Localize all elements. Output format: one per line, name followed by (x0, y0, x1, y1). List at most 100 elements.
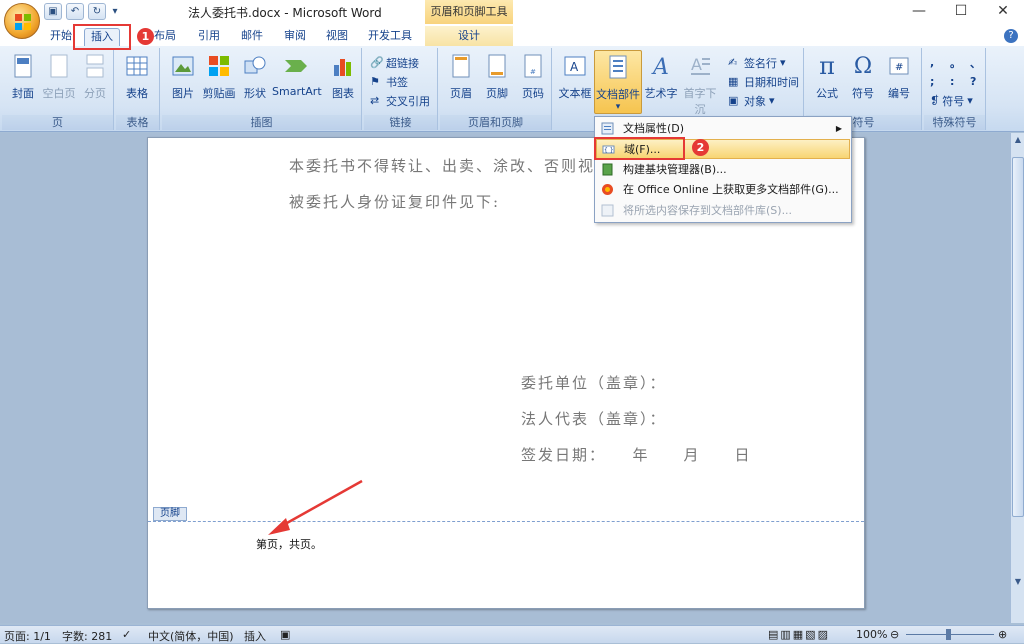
zoom-level[interactable]: 100% (856, 628, 887, 641)
picture-icon (170, 52, 196, 80)
office-logo-icon (15, 14, 31, 30)
office-online-label: 在 Office Online 上获取更多文档部件(G)... (623, 183, 839, 196)
header-button[interactable]: 页眉 (442, 52, 480, 101)
quick-parts-dropdown-icon: ▾ (615, 102, 621, 112)
status-bar: 页面: 1/1 字数: 281 ✓ 中文(简体，中国) 插入 ▣ ▤▥▦▧▨ 1… (0, 625, 1024, 643)
special-symbols-group-label: 特殊符号 (924, 115, 985, 130)
question-symbol-button[interactable]: ? (970, 73, 976, 90)
field-item-highlight (594, 137, 685, 160)
view-buttons-icon[interactable]: ▤▥▦▧▨ (768, 628, 830, 641)
header-footer-group: 页眉 页脚 # 页码 页眉和页脚 (440, 48, 552, 130)
equation-button[interactable]: π 公式 (808, 52, 846, 101)
number-button[interactable]: # 编号 (880, 52, 918, 101)
footer-divider (148, 521, 864, 522)
svg-text:A: A (651, 55, 669, 78)
zoom-out-icon[interactable]: ⊖ (890, 628, 899, 641)
period-symbol-button[interactable]: 。 (950, 54, 961, 71)
proofing-icon[interactable]: ✓ (122, 628, 131, 641)
save-selection-icon (601, 204, 614, 217)
tab-review[interactable]: 审阅 (278, 28, 312, 46)
picture-button[interactable]: 图片 (164, 52, 202, 101)
macro-icon[interactable]: ▣ (280, 628, 290, 641)
table-group-label: 表格 (116, 115, 159, 130)
maximize-button[interactable]: ☐ (944, 2, 978, 20)
scroll-up-icon[interactable]: ▲ (1012, 135, 1024, 147)
table-group: 表格 表格 (116, 48, 160, 130)
scroll-down-icon[interactable]: ▼ (1012, 577, 1024, 589)
colon-symbol-button[interactable]: : (950, 73, 954, 90)
menu-item-office-online[interactable]: 在 Office Online 上获取更多文档部件(G)... (596, 180, 850, 200)
page-number-label: 页码 (522, 87, 544, 100)
customize-qat-icon[interactable]: ▾ (110, 3, 120, 20)
cross-reference-button[interactable]: ⇄ 交叉引用 (370, 92, 430, 109)
tab-mailings[interactable]: 邮件 (235, 28, 269, 46)
shapes-button[interactable]: 形状 (236, 52, 274, 101)
scrollbar-thumb[interactable] (1012, 157, 1024, 517)
tab-developer[interactable]: 开发工具 (362, 28, 418, 46)
quick-parts-label: 文档部件 (596, 88, 640, 101)
smartart-button[interactable]: SmartArt (272, 52, 322, 98)
close-button[interactable]: ✕ (986, 2, 1020, 20)
smartart-icon (283, 52, 309, 80)
quick-parts-button[interactable]: 文档部件 ▾ (594, 50, 642, 114)
pages-group: 封面 空白页 分页 页 (2, 48, 114, 130)
save-icon[interactable]: ▣ (44, 3, 62, 20)
comma-symbol-button[interactable]: , (930, 54, 934, 71)
context-tools-header: 页眉和页脚工具 (425, 0, 513, 24)
page-number-button[interactable]: # 页码 (514, 52, 552, 101)
bookmark-icon: ⚑ (370, 75, 380, 88)
number-icon: # (886, 52, 912, 80)
cover-page-button[interactable]: 封面 (4, 52, 42, 101)
help-icon[interactable]: ? (1004, 29, 1018, 43)
minimize-button[interactable]: — (902, 2, 936, 20)
clip-art-icon (206, 52, 232, 80)
symbol-label: 符号 (852, 87, 874, 100)
vertical-scrollbar[interactable]: ▲ ▼ (1010, 133, 1024, 623)
wordart-button[interactable]: A 艺术字 (642, 52, 680, 101)
signature-line-button[interactable]: ✍ 签名行 ▾ (728, 54, 786, 71)
insert-mode[interactable]: 插入 (244, 628, 266, 644)
page-count[interactable]: 页面: 1/1 (4, 628, 51, 644)
tab-view[interactable]: 视图 (320, 28, 354, 46)
redo-icon[interactable]: ↻ (88, 3, 106, 20)
page-break-button[interactable]: 分页 (76, 52, 114, 101)
office-button[interactable] (4, 3, 40, 39)
illustrations-group-label: 插图 (162, 115, 361, 130)
omega-icon: Ω (853, 53, 873, 79)
undo-icon[interactable]: ↶ (66, 3, 84, 20)
document-property-label: 文档属性(D) (623, 122, 685, 135)
word-count[interactable]: 字数: 281 (62, 628, 112, 644)
tab-references[interactable]: 引用 (192, 28, 226, 46)
menu-item-save-selection[interactable]: 将所选内容保存到文档部件库(S)... (596, 201, 850, 221)
date-time-label: 日期和时间 (744, 75, 799, 89)
date-time-button[interactable]: ▦ 日期和时间 (728, 73, 799, 90)
footer-button[interactable]: 页脚 (478, 52, 516, 101)
object-button[interactable]: ▣ 对象 ▾ (728, 92, 775, 109)
cover-page-icon (10, 52, 36, 80)
language-status[interactable]: 中文(简体，中国) (148, 628, 234, 644)
menu-item-building-blocks[interactable]: 构建基块管理器(B)... (596, 160, 850, 180)
drop-cap-button[interactable]: A 首字下沉 (680, 52, 720, 117)
enum-comma-symbol-button[interactable]: 、 (970, 54, 981, 71)
semicolon-symbol-button[interactable]: ; (930, 73, 934, 90)
step-badge-2: 2 (692, 139, 709, 156)
save-selection-label: 将所选内容保存到文档部件库(S)... (623, 204, 793, 217)
chart-label: 图表 (332, 87, 354, 100)
more-symbols-button[interactable]: ❡ 符号 ▾ (930, 92, 973, 109)
text-box-button[interactable]: A 文本框 (556, 52, 594, 101)
zoom-in-icon[interactable]: ⊕ (998, 628, 1007, 641)
menu-item-document-property[interactable]: 文档属性(D) ▶ (596, 119, 850, 139)
table-button[interactable]: 表格 (118, 52, 156, 101)
building-blocks-icon (601, 163, 614, 176)
blank-page-button[interactable]: 空白页 (40, 52, 78, 101)
wordart-label: 艺术字 (644, 87, 678, 100)
hyperlink-button[interactable]: 🔗 超链接 (370, 54, 419, 71)
tab-design[interactable]: 设计 (425, 26, 513, 46)
zoom-slider-thumb[interactable] (946, 629, 951, 640)
clip-art-button[interactable]: 剪贴画 (200, 52, 238, 101)
hyperlink-label: 超链接 (386, 56, 419, 70)
symbol-button[interactable]: Ω 符号 (844, 52, 882, 101)
chart-button[interactable]: 图表 (324, 52, 362, 101)
bookmark-button[interactable]: ⚑ 书签 (370, 73, 408, 90)
signature-icon: ✍ (728, 56, 738, 69)
